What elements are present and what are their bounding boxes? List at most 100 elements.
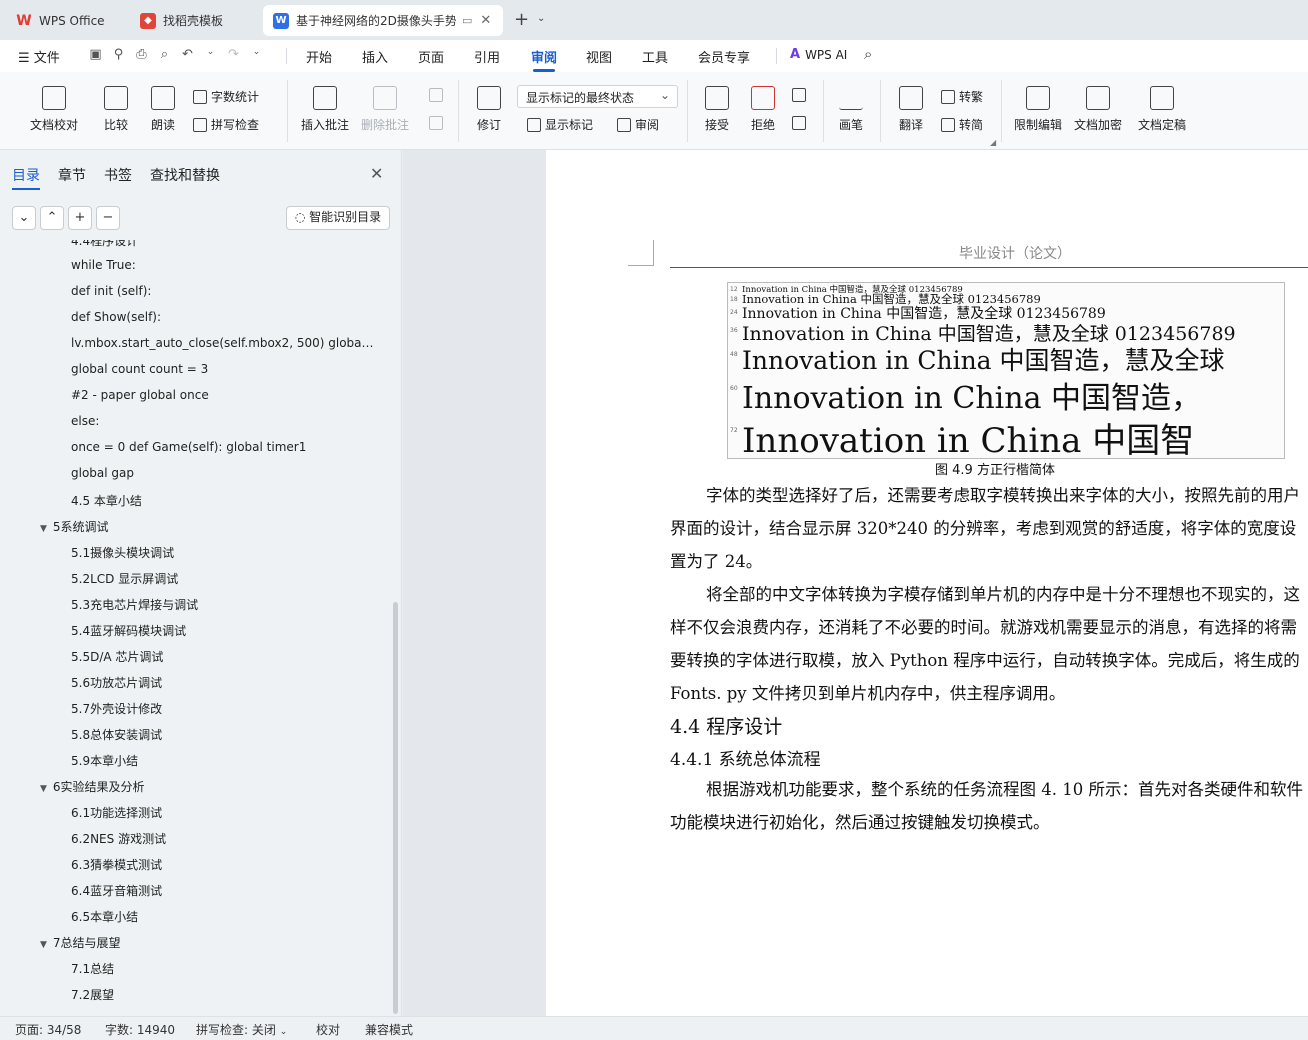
word-count[interactable]: 字数: 14940 xyxy=(105,1021,175,1038)
dialog-launcher-icon[interactable]: ◢ xyxy=(990,138,996,147)
restrict-edit-button[interactable]: 限制编辑 xyxy=(1013,86,1063,133)
document-page[interactable]: 毕业设计（论文） 12 Innovation in China 中国智造，慧及全球… xyxy=(546,150,1308,1016)
toc-item[interactable]: 6.2NES 游戏测试 xyxy=(71,830,376,847)
tab-docer-templates[interactable]: ◆ 找稻壳模板 xyxy=(130,5,258,36)
read-aloud-button[interactable]: 朗读 xyxy=(150,86,176,133)
encrypt-button[interactable]: 文档加密 xyxy=(1073,86,1123,133)
undo-icon[interactable]: ↶ xyxy=(176,47,199,62)
toc-item[interactable]: 4.4程序设计 xyxy=(71,240,376,249)
accept-button[interactable]: 接受 xyxy=(700,86,734,133)
tab-toc[interactable]: 目录 xyxy=(12,165,40,190)
toc-item[interactable]: 5.8总体安装调试 xyxy=(71,726,376,743)
tab-member[interactable]: 会员专享 xyxy=(698,47,750,66)
tab-tools[interactable]: 工具 xyxy=(642,47,668,66)
toc-item[interactable]: global count count = 3 xyxy=(71,362,376,376)
toc-chapter-item[interactable]: ▼ 6实验结果及分析 xyxy=(40,778,145,795)
scrollbar[interactable] xyxy=(393,602,398,1014)
save-icon[interactable]: ▣ xyxy=(84,47,107,62)
markup-mode-select[interactable]: 显示标记的最终状态 ⌄ xyxy=(517,85,678,108)
toc-item[interactable]: 5.9本章小结 xyxy=(71,752,376,769)
tab-sections[interactable]: 章节 xyxy=(58,165,86,190)
proofread-status[interactable]: 校对 xyxy=(316,1021,340,1038)
print-icon[interactable]: ⎙ xyxy=(130,47,153,62)
spell-check-button[interactable]: 拼写检查 xyxy=(193,116,259,133)
close-icon[interactable]: ✕ xyxy=(370,164,383,183)
toc-chapter-item[interactable]: ▼ 5系统调试 xyxy=(40,518,109,535)
toc-item[interactable]: 6.5本章小结 xyxy=(71,908,376,925)
toc-item[interactable]: global gap xyxy=(71,466,376,480)
pen-button[interactable]: 画笔 xyxy=(838,86,864,133)
toc-item[interactable]: else: xyxy=(71,414,376,428)
expand-caret-icon[interactable]: ▼ xyxy=(40,940,47,950)
add-heading-button[interactable]: + xyxy=(68,206,92,230)
toc-item[interactable]: 5.5D/A 芯片调试 xyxy=(71,648,376,665)
prev-comment-button[interactable] xyxy=(429,88,443,102)
to-traditional-button[interactable]: 转繁 xyxy=(941,88,983,105)
search-icon[interactable]: ⌕ xyxy=(864,45,872,63)
show-markup-button[interactable]: 显示标记 xyxy=(527,116,593,133)
font-sample-figure[interactable]: 12 Innovation in China 中国智造，慧及全球 01234567… xyxy=(727,282,1285,459)
toc-item[interactable]: 6.1功能选择测试 xyxy=(71,804,376,821)
new-tab-icon[interactable]: + xyxy=(514,9,529,30)
tab-insert[interactable]: 插入 xyxy=(362,47,388,66)
toc-item[interactable]: 6.3猜拳模式测试 xyxy=(71,856,376,873)
customize-dropdown-icon[interactable]: ⌄ xyxy=(245,47,268,62)
tab-document[interactable]: W 基于神经网络的2D摄像头手势 ▭ ✕ xyxy=(263,5,503,36)
collapse-all-button[interactable]: ⌃ xyxy=(40,206,64,230)
redo-icon[interactable]: ↷ xyxy=(222,47,245,62)
next-change-button[interactable] xyxy=(792,116,806,130)
translate-button[interactable]: 翻译 xyxy=(893,86,929,133)
toc-item[interactable]: 7.1总结 xyxy=(71,960,376,977)
tab-view[interactable]: 视图 xyxy=(586,47,612,66)
tab-wps-office[interactable]: W WPS Office xyxy=(6,5,123,36)
toc-item[interactable]: 7.2展望 xyxy=(71,986,376,1003)
tab-home[interactable]: 开始 xyxy=(306,47,332,66)
file-menu[interactable]: ☰ 文件 xyxy=(18,47,60,66)
track-changes-button[interactable]: 修订 xyxy=(471,86,507,133)
expand-caret-icon[interactable]: ▼ xyxy=(40,784,47,794)
reject-button[interactable]: 拒绝 xyxy=(746,86,780,133)
toc-item[interactable]: 5.7外壳设计修改 xyxy=(71,700,376,717)
chevron-down-icon[interactable]: ⌄ xyxy=(537,13,545,24)
prev-change-button[interactable] xyxy=(792,88,806,102)
expand-all-button[interactable]: ⌄ xyxy=(12,206,36,230)
toc-item[interactable]: 6.4蓝牙音箱测试 xyxy=(71,882,376,899)
toc-item[interactable]: 5.4蓝牙解码模块调试 xyxy=(71,622,376,639)
smart-toc-button[interactable]: ◌ 智能识别目录 xyxy=(286,206,390,230)
expand-caret-icon[interactable]: ▼ xyxy=(40,524,47,534)
toc-item[interactable]: 5.1摄像头模块调试 xyxy=(71,544,376,561)
toc-item[interactable]: 4.5 本章小结 xyxy=(71,492,376,509)
to-simplified-button[interactable]: 转简 xyxy=(941,116,983,133)
remove-heading-button[interactable]: − xyxy=(96,206,120,230)
wps-ai-button[interactable]: A WPS AI xyxy=(790,47,847,62)
tab-references[interactable]: 引用 xyxy=(474,47,500,66)
toc-item[interactable]: while True: xyxy=(71,258,376,272)
undo-dropdown-icon[interactable]: ⌄ xyxy=(199,47,222,62)
toc-item[interactable]: 5.3充电芯片焊接与调试 xyxy=(71,596,376,613)
print-preview-icon[interactable]: ⌕ xyxy=(153,47,176,62)
toc-item[interactable]: 5.6功放芯片调试 xyxy=(71,674,376,691)
compare-button[interactable]: 比较 xyxy=(99,86,133,133)
toc-item[interactable]: lv.mbox.start_auto_close(self.mbox2, 500… xyxy=(71,336,376,350)
next-comment-button[interactable] xyxy=(429,116,443,130)
doc-proof-button[interactable]: 文档校对 xyxy=(30,86,78,133)
toc-item[interactable]: #2 - paper global once xyxy=(71,388,376,402)
tab-find-replace[interactable]: 查找和替换 xyxy=(150,165,220,190)
word-count-button[interactable]: 字数统计 xyxy=(193,88,259,105)
tab-bookmarks[interactable]: 书签 xyxy=(104,165,132,190)
link-icon[interactable]: ⚲ xyxy=(107,47,130,62)
insert-comment-button[interactable]: 插入批注 xyxy=(300,86,350,133)
finalize-button[interactable]: 文档定稿 xyxy=(1133,86,1191,133)
page-count[interactable]: 页面: 34/58 xyxy=(15,1021,81,1038)
toc-chapter-item[interactable]: ▼ 7总结与展望 xyxy=(40,934,121,951)
toc-item[interactable]: def Show(self): xyxy=(71,310,376,324)
toc-item[interactable]: once = 0 def Game(self): global timer1 xyxy=(71,440,376,454)
toc-item[interactable]: def init (self): xyxy=(71,284,376,298)
close-tab-icon[interactable]: ✕ xyxy=(480,13,491,28)
tab-review[interactable]: 审阅 xyxy=(531,47,557,72)
review-pane-button[interactable]: 审阅 xyxy=(617,116,659,133)
tab-page[interactable]: 页面 xyxy=(418,47,444,66)
monitor-icon[interactable]: ▭ xyxy=(462,14,472,27)
toc-item[interactable]: 5.2LCD 显示屏调试 xyxy=(71,570,376,587)
delete-comment-button[interactable]: 删除批注 xyxy=(360,86,410,133)
